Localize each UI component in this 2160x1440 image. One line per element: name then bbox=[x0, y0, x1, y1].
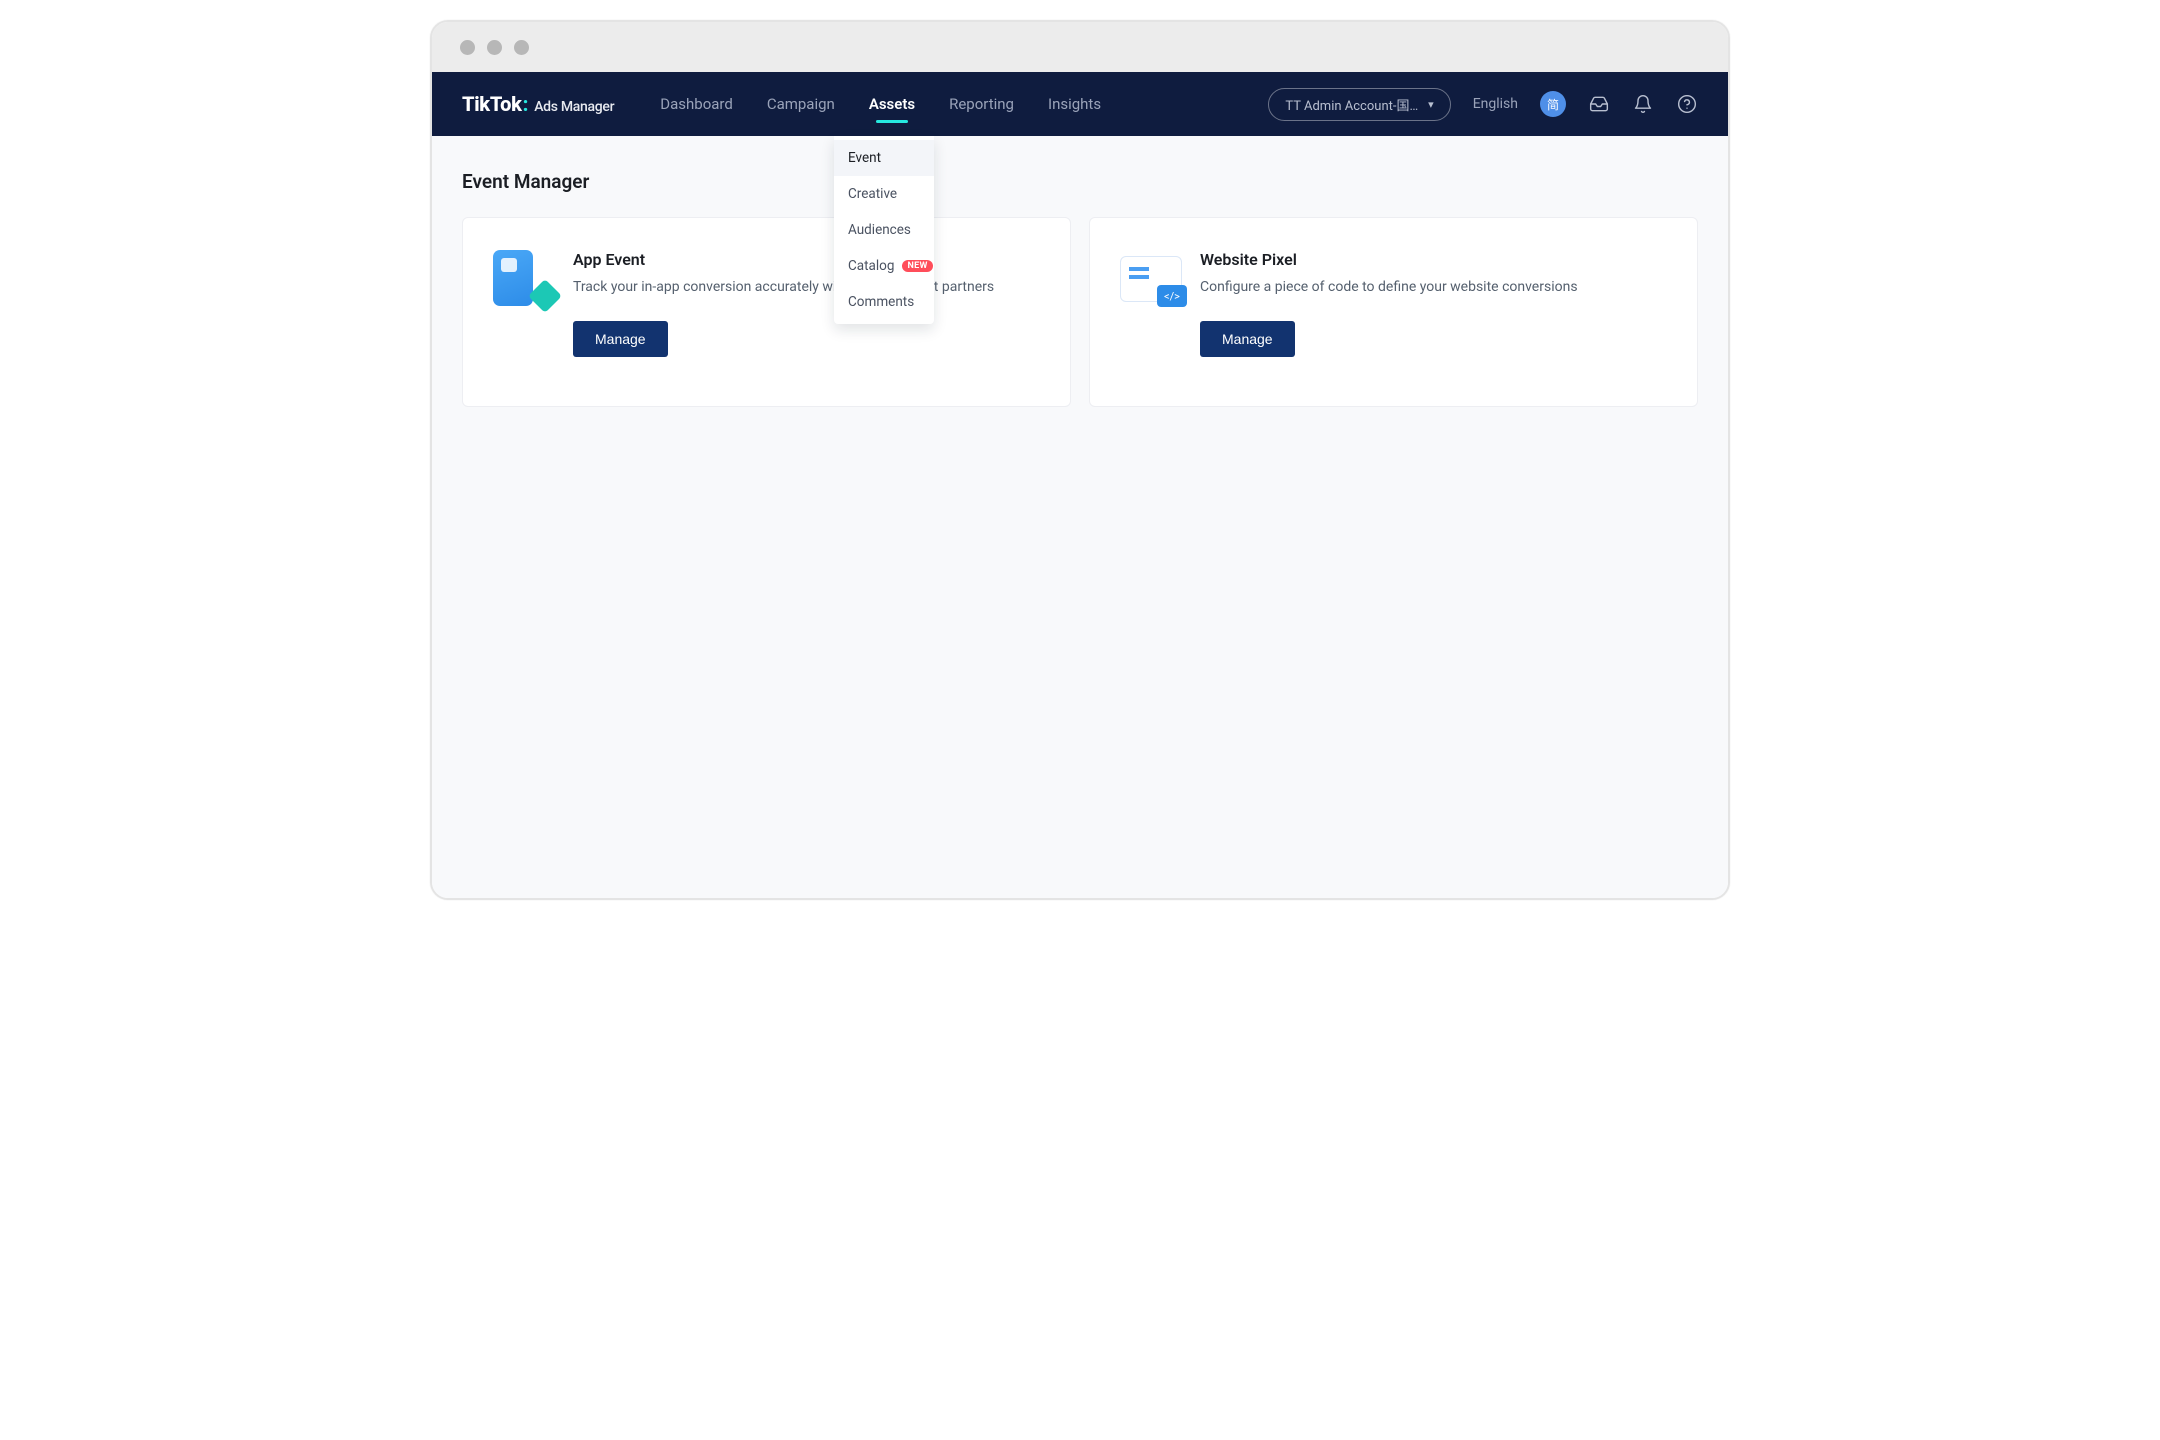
chevron-down-icon: ▾ bbox=[1428, 98, 1434, 111]
browser-frame: TikTok: Ads Manager Dashboard Campaign A… bbox=[430, 20, 1730, 900]
logo-product: Ads Manager bbox=[534, 99, 614, 115]
window-dot bbox=[460, 40, 475, 55]
dropdown-item-event[interactable]: Event bbox=[834, 140, 934, 176]
dropdown-item-creative[interactable]: Creative bbox=[834, 176, 934, 212]
card-website-pixel: </> Website Pixel Configure a piece of c… bbox=[1089, 217, 1698, 407]
content-area: Event Creative Audiences Catalog NEW Com… bbox=[432, 136, 1728, 898]
dropdown-item-label: Audiences bbox=[848, 222, 911, 238]
dropdown-item-comments[interactable]: Comments bbox=[834, 284, 934, 320]
help-icon[interactable] bbox=[1676, 93, 1698, 115]
manage-button[interactable]: Manage bbox=[573, 321, 668, 357]
dropdown-item-audiences[interactable]: Audiences bbox=[834, 212, 934, 248]
account-selector[interactable]: TT Admin Account-国… ▾ bbox=[1268, 88, 1450, 121]
card-title: App Event bbox=[573, 250, 1040, 269]
card-app-event: App Event Track your in-app conversion a… bbox=[462, 217, 1071, 407]
browser-titlebar bbox=[432, 22, 1728, 72]
window-dot bbox=[487, 40, 502, 55]
nav-assets[interactable]: Assets bbox=[869, 89, 915, 119]
nav-insights[interactable]: Insights bbox=[1048, 89, 1101, 119]
cards-row: App Event Track your in-app conversion a… bbox=[462, 217, 1698, 407]
card-body: App Event Track your in-app conversion a… bbox=[573, 250, 1040, 357]
dropdown-item-catalog[interactable]: Catalog NEW bbox=[834, 248, 934, 284]
website-pixel-icon: </> bbox=[1120, 250, 1174, 304]
new-badge: NEW bbox=[902, 260, 932, 272]
logo-brand: TikTok bbox=[462, 92, 522, 116]
account-label: TT Admin Account-国… bbox=[1285, 95, 1418, 114]
dropdown-item-label: Creative bbox=[848, 186, 897, 202]
logo-colon: : bbox=[523, 92, 529, 116]
nav-dashboard[interactable]: Dashboard bbox=[660, 89, 733, 119]
language-selector[interactable]: English bbox=[1473, 96, 1518, 112]
header-right: TT Admin Account-国… ▾ English 简 bbox=[1268, 88, 1698, 121]
assets-dropdown: Event Creative Audiences Catalog NEW Com… bbox=[834, 136, 934, 324]
nav-reporting[interactable]: Reporting bbox=[949, 89, 1014, 119]
manage-button[interactable]: Manage bbox=[1200, 321, 1295, 357]
window-dot bbox=[514, 40, 529, 55]
app-event-icon bbox=[493, 250, 547, 304]
app-header: TikTok: Ads Manager Dashboard Campaign A… bbox=[432, 72, 1728, 136]
main-nav: Dashboard Campaign Assets Reporting Insi… bbox=[660, 89, 1101, 119]
bell-icon[interactable] bbox=[1632, 93, 1654, 115]
card-desc: Configure a piece of code to define your… bbox=[1200, 277, 1667, 299]
dropdown-item-label: Comments bbox=[848, 294, 914, 310]
avatar[interactable]: 简 bbox=[1540, 91, 1566, 117]
dropdown-item-label: Event bbox=[848, 150, 881, 166]
card-title: Website Pixel bbox=[1200, 250, 1667, 269]
nav-campaign[interactable]: Campaign bbox=[767, 89, 835, 119]
card-desc: Track your in-app conversion accurately … bbox=[573, 277, 1040, 299]
card-body: Website Pixel Configure a piece of code … bbox=[1200, 250, 1667, 357]
page-title: Event Manager bbox=[462, 170, 1698, 193]
logo[interactable]: TikTok: Ads Manager bbox=[462, 92, 614, 116]
inbox-icon[interactable] bbox=[1588, 93, 1610, 115]
dropdown-item-label: Catalog bbox=[848, 258, 894, 274]
